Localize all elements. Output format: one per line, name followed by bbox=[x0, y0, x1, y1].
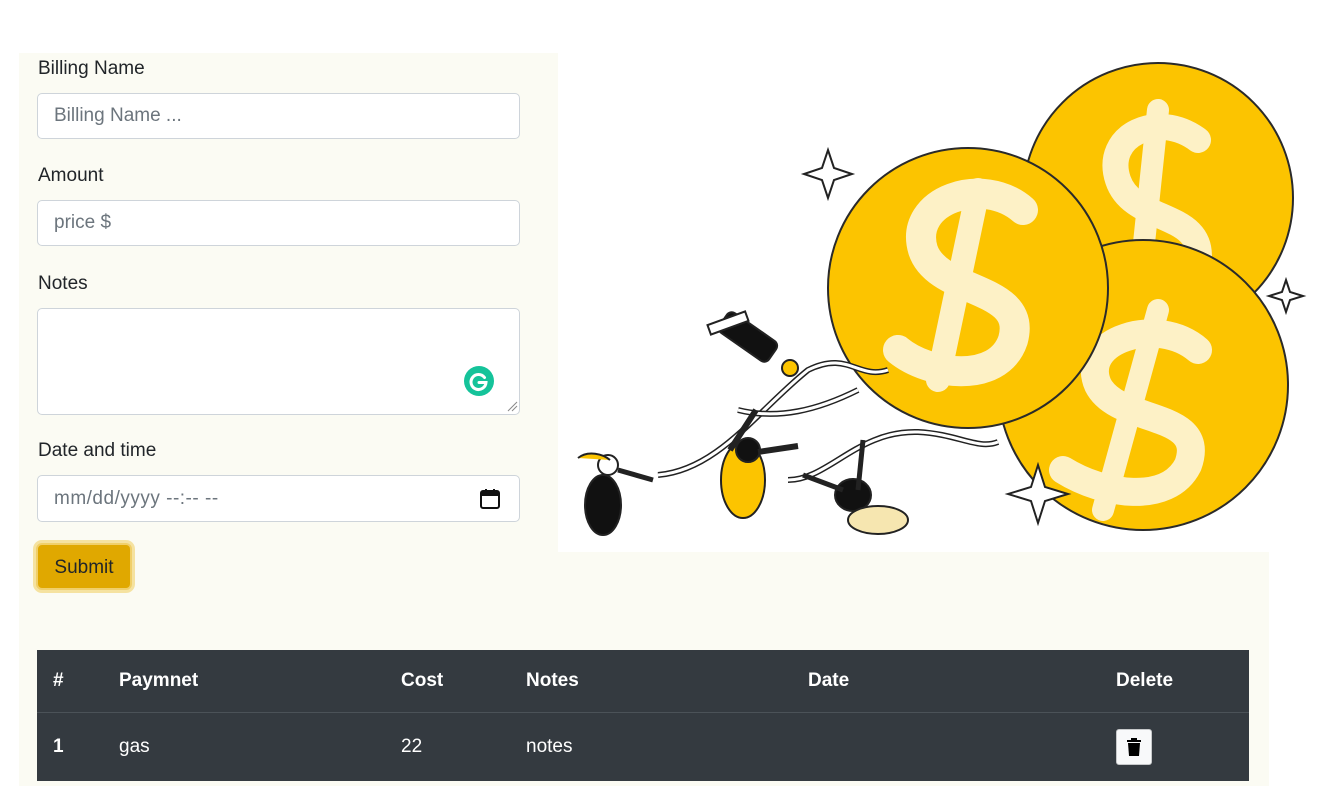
header-payment: Paymnet bbox=[103, 650, 385, 713]
payments-table: # Paymnet Cost Notes Date Delete 1 gas 2… bbox=[37, 650, 1249, 781]
resize-handle-icon[interactable] bbox=[506, 400, 518, 412]
table-header-row: # Paymnet Cost Notes Date Delete bbox=[37, 650, 1249, 713]
notes-textarea[interactable] bbox=[37, 308, 520, 415]
row-delete-cell bbox=[1100, 713, 1249, 782]
row-number: 1 bbox=[53, 736, 64, 757]
table-row: 1 gas 22 notes bbox=[37, 713, 1249, 782]
row-date bbox=[792, 713, 1100, 782]
amount-input[interactable] bbox=[37, 200, 520, 246]
billing-name-input[interactable] bbox=[37, 93, 520, 139]
date-label: Date and time bbox=[38, 440, 157, 461]
row-cost: 22 bbox=[401, 736, 423, 757]
submit-button[interactable]: Submit bbox=[36, 543, 132, 590]
header-date: Date bbox=[792, 650, 1100, 713]
row-payment: gas bbox=[119, 736, 150, 757]
row-notes: notes bbox=[526, 736, 573, 757]
grammarly-icon[interactable] bbox=[464, 366, 494, 396]
date-placeholder: mm/dd/yyyy --:-- -- bbox=[54, 488, 219, 509]
notes-label: Notes bbox=[38, 273, 88, 294]
billing-name-label: Billing Name bbox=[38, 58, 145, 79]
amount-label: Amount bbox=[38, 165, 104, 186]
header-delete: Delete bbox=[1100, 650, 1249, 713]
header-number: # bbox=[37, 650, 103, 713]
header-notes: Notes bbox=[510, 650, 792, 713]
trash-icon bbox=[1127, 738, 1141, 756]
coins-illustration bbox=[577, 62, 1307, 536]
calendar-icon[interactable] bbox=[479, 488, 501, 510]
date-time-input[interactable]: mm/dd/yyyy --:-- -- bbox=[37, 475, 520, 522]
delete-button[interactable] bbox=[1116, 729, 1152, 765]
header-cost: Cost bbox=[385, 650, 510, 713]
